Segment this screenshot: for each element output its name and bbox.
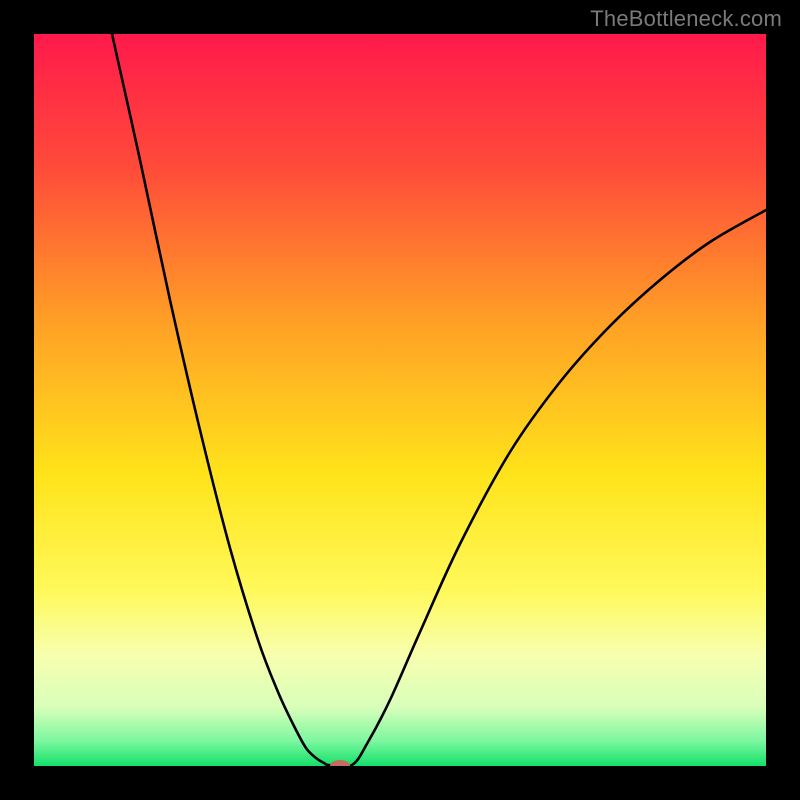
outer-black-frame: TheBottleneck.com: [0, 0, 800, 800]
trough-marker: [330, 760, 350, 772]
plot-area-gradient: [34, 34, 766, 766]
chart-svg: [0, 0, 800, 800]
watermark-text: TheBottleneck.com: [590, 6, 782, 32]
